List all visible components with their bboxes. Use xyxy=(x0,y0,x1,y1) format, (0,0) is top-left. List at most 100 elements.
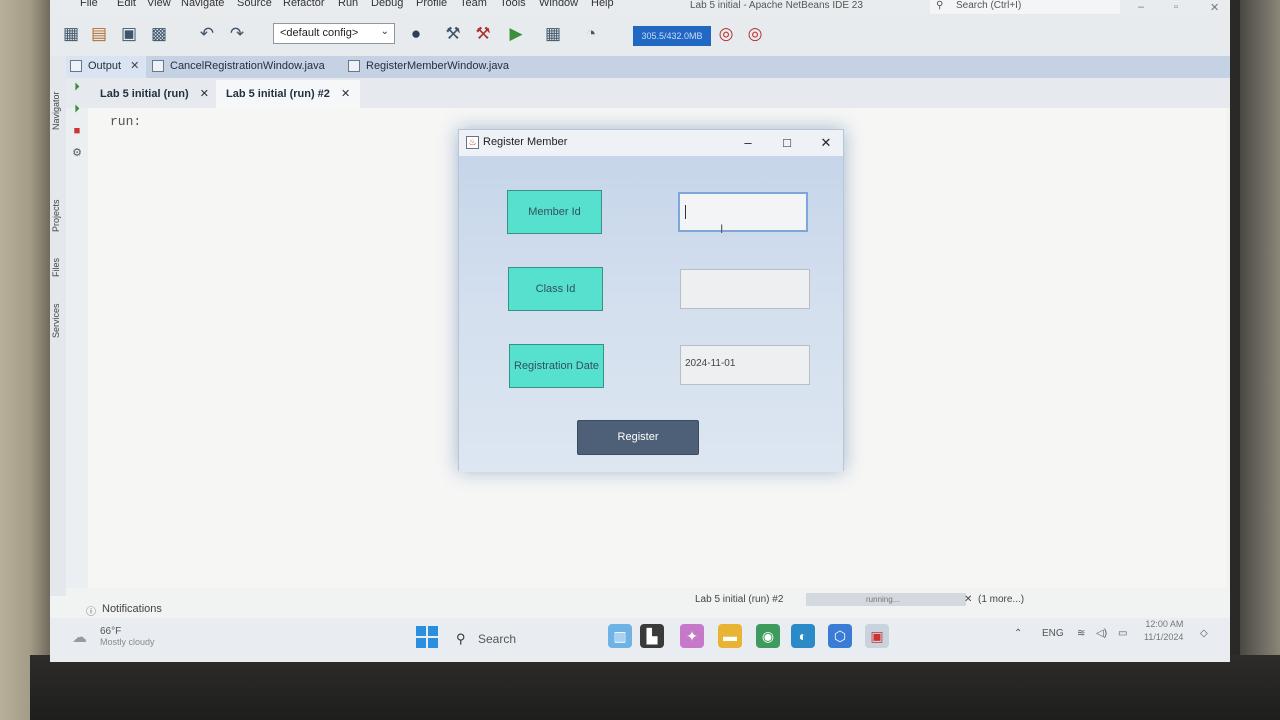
wifi-icon[interactable]: ≋ xyxy=(1077,628,1085,639)
left-sidebar: Navigator Projects Files Services xyxy=(50,56,66,596)
screen: File Edit View Navigate Source Refactor … xyxy=(50,0,1230,662)
tab-register-member-label: RegisterMemberWindow.java xyxy=(366,60,510,72)
close-icon[interactable]: ✕ xyxy=(1210,1,1219,14)
clean-build-icon[interactable]: ⚒ xyxy=(472,23,494,45)
weather-widget[interactable]: 66°F Mostly cloudy xyxy=(100,626,155,647)
sidebar-tab-services[interactable]: Services xyxy=(51,296,65,346)
weather-icon: ☁ xyxy=(72,629,87,646)
taskbar: ☁ 66°F Mostly cloudy ⚲ Search ▥ ▙ ✦ ▬ ◉ … xyxy=(50,618,1230,662)
class-id-input[interactable] xyxy=(680,269,810,309)
save-all-icon[interactable]: ▩ xyxy=(148,23,170,45)
menu-navigate[interactable]: Navigate xyxy=(181,0,224,9)
menu-source[interactable]: Source xyxy=(237,0,272,9)
menu-refactor[interactable]: Refactor xyxy=(283,0,325,9)
sidebar-tab-files[interactable]: Files xyxy=(51,252,65,282)
member-id-input[interactable]: I xyxy=(678,192,808,236)
menu-team[interactable]: Team xyxy=(460,0,487,9)
debug-icon[interactable]: ▦ xyxy=(542,23,564,45)
window-title: Lab 5 initial - Apache NetBeans IDE 23 xyxy=(690,0,863,11)
menu-file[interactable]: File xyxy=(80,0,98,9)
tab-register-member[interactable]: RegisterMemberWindow.java ✕ xyxy=(344,56,524,92)
dialog-title: Register Member xyxy=(483,136,568,148)
output-tools: ⏵ ⏵ ■ ⚙ xyxy=(66,81,88,588)
file-explorer-app-icon[interactable]: ▥ xyxy=(608,624,632,648)
menu-profile[interactable]: Profile xyxy=(416,0,447,9)
menu-view[interactable]: View xyxy=(147,0,171,9)
new-file-icon[interactable]: ▤ xyxy=(88,23,110,45)
weather-desc: Mostly cloudy xyxy=(100,637,155,647)
java-app-icon: ♨ xyxy=(466,136,479,149)
profiler-snapshot-icon[interactable]: ◎ xyxy=(744,23,766,45)
toolbar: ▦ ▤ ▣ ▩ ↶ ↷ <default config> ⌄ ● ⚒ ⚒ ▶ ▦… xyxy=(50,14,1230,56)
sidebar-tab-projects[interactable]: Projects xyxy=(51,186,65,246)
open-project-icon[interactable]: ▣ xyxy=(118,23,140,45)
output-tab-run[interactable]: Lab 5 initial (run) ✕ xyxy=(90,80,219,108)
volume-icon[interactable]: ◁) xyxy=(1096,628,1107,639)
more-tasks-link[interactable]: (1 more...) xyxy=(978,594,1024,605)
redo-icon[interactable]: ↷ xyxy=(226,23,248,45)
dialog-title-bar[interactable]: ♨ Register Member – □ ✕ xyxy=(459,130,843,156)
folder-app-icon[interactable]: ▬ xyxy=(718,624,742,648)
close-icon[interactable]: ✕ xyxy=(130,60,139,72)
output-tab-run-2[interactable]: Lab 5 initial (run) #2 ✕ xyxy=(216,80,361,108)
edge-app-icon[interactable]: ◐ xyxy=(791,624,815,648)
clock[interactable]: 12:00 AM 11/1/2024 xyxy=(1144,618,1183,644)
profile-icon[interactable]: ◔ xyxy=(580,23,602,45)
build-hammer-icon[interactable]: ⚒ xyxy=(442,23,464,45)
registration-date-label: Registration Date xyxy=(509,344,604,388)
menu-window[interactable]: Window xyxy=(539,0,578,9)
ibeam-cursor-icon: I xyxy=(720,222,724,236)
tab-output[interactable]: Output ✕ xyxy=(66,56,146,78)
settings-icon[interactable]: ⚙ xyxy=(70,146,84,160)
ide-search-placeholder: Search (Ctrl+I) xyxy=(956,0,1022,11)
rerun-icon[interactable]: ⏵ xyxy=(70,80,84,94)
maximize-icon[interactable]: □ xyxy=(775,133,799,153)
menu-bar: File Edit View Navigate Source Refactor … xyxy=(50,0,1230,14)
output-text: run: xyxy=(110,114,142,129)
search-icon: ⚲ xyxy=(936,0,944,11)
weather-temp: 66°F xyxy=(100,626,122,637)
chevron-up-icon[interactable]: ⌃ xyxy=(1014,628,1022,639)
close-icon[interactable]: ✕ xyxy=(814,133,838,153)
menu-debug[interactable]: Debug xyxy=(371,0,403,9)
register-member-dialog: ♨ Register Member – □ ✕ Member Id I Clas… xyxy=(458,129,844,472)
undo-icon[interactable]: ↶ xyxy=(196,23,218,45)
globe-icon[interactable]: ● xyxy=(405,23,427,45)
close-icon[interactable]: ✕ xyxy=(200,88,209,100)
member-id-label: Member Id xyxy=(507,190,602,234)
netbeans-app-icon[interactable]: ▣ xyxy=(865,624,889,648)
terminal-app-icon[interactable]: ▙ xyxy=(640,624,664,648)
close-icon[interactable]: ✕ xyxy=(341,88,350,100)
stop-icon[interactable]: ■ xyxy=(70,124,84,138)
chrome-app-icon[interactable]: ◉ xyxy=(756,624,780,648)
notification-bell-icon[interactable]: ◇ xyxy=(1200,628,1208,639)
cancel-task-icon[interactable]: ✕ xyxy=(964,594,972,605)
gc-icon[interactable]: ◎ xyxy=(715,23,737,45)
config-select[interactable]: <default config> ⌄ xyxy=(273,23,395,44)
language-indicator[interactable]: ENG xyxy=(1042,628,1064,639)
rerun-params-icon[interactable]: ⏵ xyxy=(70,102,84,116)
minimize-icon[interactable]: – xyxy=(1138,1,1144,13)
restore-icon[interactable]: ▫ xyxy=(1174,1,1178,13)
tab-cancel-registration[interactable]: CancelRegistrationWindow.java ✕ xyxy=(148,56,338,92)
ide-search-input[interactable]: ⚲ Search (Ctrl+I) xyxy=(930,0,1120,14)
output-subtabs: Lab 5 initial (run) ✕ Lab 5 initial (run… xyxy=(66,78,1230,108)
menu-run[interactable]: Run xyxy=(338,0,358,9)
menu-edit[interactable]: Edit xyxy=(117,0,136,9)
sidebar-tab-navigator[interactable]: Navigator xyxy=(51,76,65,146)
register-button[interactable]: Register xyxy=(577,420,699,455)
menu-help[interactable]: Help xyxy=(591,0,614,9)
minimize-icon[interactable]: – xyxy=(736,133,760,153)
memory-indicator[interactable]: 305.5/432.0MB xyxy=(633,26,711,46)
security-app-icon[interactable]: ⬡ xyxy=(828,624,852,648)
copilot-app-icon[interactable]: ✦ xyxy=(680,624,704,648)
clock-date: 11/1/2024 xyxy=(1144,632,1184,642)
registration-date-input[interactable]: 2024-11-01 xyxy=(680,345,810,385)
menu-tools[interactable]: Tools xyxy=(500,0,526,9)
progress-text: running... xyxy=(866,595,900,604)
taskbar-search[interactable]: ⚲ Search xyxy=(450,626,580,652)
run-icon[interactable]: ▶ xyxy=(505,23,527,45)
start-button[interactable] xyxy=(416,626,438,648)
new-project-icon[interactable]: ▦ xyxy=(60,23,82,45)
battery-icon[interactable]: ▭ xyxy=(1118,628,1127,639)
